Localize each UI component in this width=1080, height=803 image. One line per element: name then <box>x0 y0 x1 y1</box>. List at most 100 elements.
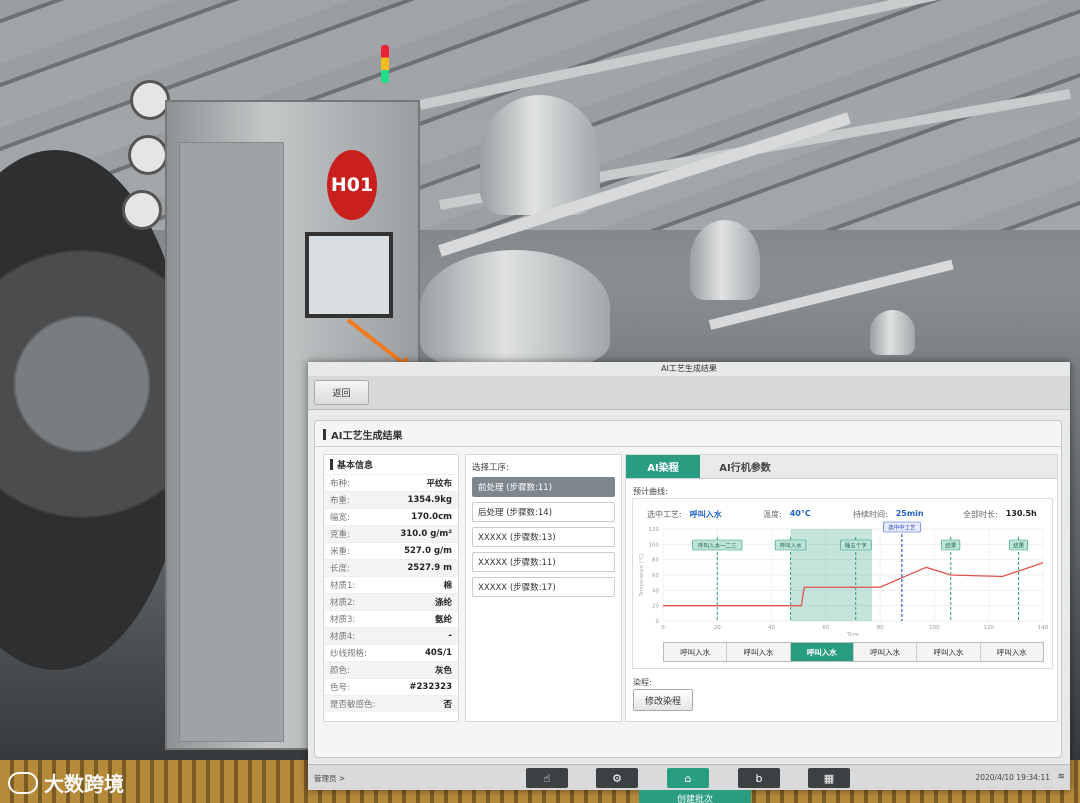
step-marker-label: 结果 <box>945 542 957 550</box>
page-title: AI工艺生成结果 <box>323 427 402 442</box>
x-axis-label: Time <box>846 632 859 638</box>
back-button[interactable]: 返回 <box>314 380 369 405</box>
datetime: 2020/4/10 19:34:11 <box>975 773 1050 782</box>
tank <box>870 310 915 355</box>
ai-process-window: AI工艺生成结果 返回 AI工艺生成结果 基本信息 布种: 平纹布 布重: 1354.… <box>308 362 1070 803</box>
y-tick-label: 0 <box>656 619 660 625</box>
page-title-text: AI工艺生成结果 <box>331 431 403 442</box>
process-item[interactable]: XXXXX (步骤数:17) <box>472 577 615 597</box>
modify-dye-button[interactable]: 修改染程 <box>633 689 693 711</box>
process-list-panel: 选择工序: 前处理 (步骤数:11) 后处理 (步骤数:14) XXXXX (步骤数… <box>465 454 622 722</box>
process-item[interactable]: XXXXX (步骤数:13) <box>472 527 615 547</box>
step-button[interactable]: 呼叫入水 <box>790 643 854 661</box>
info-label: 颜色: <box>330 666 350 676</box>
process-item[interactable]: XXXXX (步骤数:11) <box>472 552 615 572</box>
stat-value: 40°C <box>789 509 811 518</box>
current-step-label: 选中中工艺 <box>888 524 916 532</box>
stat-selected-step: 选中工艺: 呼叫入水 <box>647 509 763 520</box>
info-value: 40S/1 <box>425 648 452 658</box>
curve-stats: 选中工艺: 呼叫入水 温度: 40°C 持续时间: 25min 全部时长: 13… <box>633 509 1054 520</box>
x-tick-label: 140 <box>1038 625 1049 631</box>
stat-temperature: 温度: 40°C <box>763 509 853 520</box>
title-bar-icon <box>330 459 333 470</box>
info-row: 材质1: 棉 <box>324 576 458 593</box>
info-value: 氨纶 <box>434 615 452 625</box>
info-value: 灰色 <box>434 666 452 676</box>
bottom-bar: 管理员 > ☝ ⚙ ⌂ b ▦ 2020/4/10 19:34:11 ≋ <box>308 764 1070 790</box>
info-row: 是否敏感色: 否 <box>324 695 458 712</box>
step-button[interactable]: 呼叫入水 <box>980 643 1043 661</box>
result-card: AI工艺生成结果 基本信息 布种: 平纹布 布重: 1354.9kg 幅宽: 170.0c… <box>314 420 1062 803</box>
pressure-gauge-icon <box>130 80 170 120</box>
step-marker-label: 呼叫入水一二三 <box>698 542 737 550</box>
tab-ai-machine-params[interactable]: AI行机参数 <box>700 455 790 478</box>
info-value: 涤纶 <box>434 598 452 608</box>
info-row: 纱线规格: 40S/1 <box>324 644 458 661</box>
info-value: 棉 <box>443 581 452 591</box>
grid-icon: ▦ <box>823 771 835 785</box>
info-label: 材质1: <box>330 581 356 591</box>
info-label: 长度: <box>330 564 350 574</box>
tab-bar: AI染程 AI行机参数 <box>626 455 1057 479</box>
info-row: 幅宽: 170.0cm <box>324 508 458 525</box>
title-bar-icon <box>323 429 326 440</box>
info-label: 克重: <box>330 530 350 540</box>
info-row: 长度: 2527.9 m <box>324 559 458 576</box>
cabinet-panel <box>179 142 284 742</box>
gear-icon: ⚙ <box>612 771 622 785</box>
tab-ai-dye-program[interactable]: AI染程 <box>626 455 700 478</box>
info-label: 是否敏感色: <box>330 700 376 710</box>
dye-program-panel: AI染程 AI行机参数 预计曲线: 选中工艺: 呼叫入水 温度: 40°C 持续时… <box>625 454 1058 722</box>
home-nav-button[interactable]: ⌂ <box>667 768 709 788</box>
tank <box>690 220 760 300</box>
user-menu[interactable]: 管理员 > <box>314 773 345 784</box>
info-row: 色号: #232323 <box>324 678 458 695</box>
stat-total: 全部时长: 130.5h <box>963 509 1037 520</box>
basic-info-panel: 基本信息 布种: 平纹布 布重: 1354.9kg 幅宽: 170.0cm 克重: 310.0… <box>323 454 459 722</box>
info-row: 材质3: 氨纶 <box>324 610 458 627</box>
info-label: 布种: <box>330 479 350 489</box>
y-tick-label: 120 <box>649 527 660 533</box>
y-tick-label: 100 <box>649 542 660 548</box>
watermark-text: 大数跨境 <box>44 772 124 796</box>
info-row: 材质2: 涤纶 <box>324 593 458 610</box>
stat-duration: 持续时间: 25min <box>853 509 963 520</box>
x-tick-label: 120 <box>983 625 994 631</box>
basic-info-rows: 布种: 平纹布 布重: 1354.9kg 幅宽: 170.0cm 克重: 310.0 g/m²… <box>324 474 458 712</box>
process-list: 前处理 (步骤数:11) 后处理 (步骤数:14) XXXXX (步骤数:13) XX… <box>466 477 621 597</box>
x-tick-label: 60 <box>822 625 829 631</box>
step-button[interactable]: 呼叫入水 <box>727 643 791 661</box>
step-button[interactable]: 呼叫入水 <box>853 643 918 661</box>
step-button[interactable]: 呼叫入水 <box>664 643 728 661</box>
stat-value: 呼叫入水 <box>689 510 722 519</box>
process-item[interactable]: 前处理 (步骤数:11) <box>472 477 615 497</box>
info-label: 材质4: <box>330 632 356 642</box>
toolbar: 返回 <box>308 376 1070 410</box>
grid-nav-button[interactable]: ▦ <box>808 768 850 788</box>
tank <box>480 95 600 215</box>
signal-tower-light <box>381 45 389 83</box>
b-nav-button[interactable]: b <box>738 768 780 788</box>
curve-chart: 选中工艺: 呼叫入水 温度: 40°C 持续时间: 25min 全部时长: 13… <box>632 498 1053 669</box>
y-tick-label: 20 <box>652 604 659 610</box>
info-label: 米重: <box>330 547 350 557</box>
info-value: 1354.9kg <box>407 495 452 505</box>
temperature-curve-svg: 呼叫入水一二三 呼叫入水 桶五个字 结果 结果 选中中工艺 0 20 40 60 80 100 120 0… <box>639 521 1049 638</box>
x-tick-label: 40 <box>768 625 775 631</box>
curve-label: 预计曲线: <box>633 487 668 496</box>
y-tick-label: 60 <box>652 573 659 579</box>
info-value: 310.0 g/m² <box>400 529 452 539</box>
hand-nav-button[interactable]: ☝ <box>526 768 568 788</box>
step-button[interactable]: 呼叫入水 <box>917 643 981 661</box>
info-value: 否 <box>443 700 452 710</box>
step-selector: 呼叫入水 呼叫入水 呼叫入水 呼叫入水 呼叫入水 呼叫入水 <box>663 642 1044 662</box>
y-tick-label: 80 <box>652 558 659 564</box>
step-marker-label: 结果 <box>1013 542 1025 550</box>
y-axis-label: Temperature (°C) <box>639 553 645 597</box>
process-item[interactable]: 后处理 (步骤数:14) <box>472 502 615 522</box>
basic-info-title: 基本信息 <box>337 461 374 471</box>
pressure-gauge-icon <box>122 190 162 230</box>
gear-nav-button[interactable]: ⚙ <box>596 768 638 788</box>
wifi-icon: ≋ <box>1057 772 1065 782</box>
info-label: 幅宽: <box>330 513 350 523</box>
